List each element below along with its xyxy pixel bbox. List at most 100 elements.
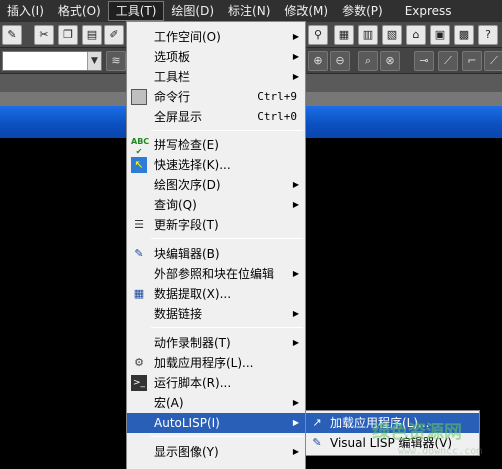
chevron-right-icon: ▶ [292, 338, 299, 347]
zoom-out-icon[interactable]: ⊖ [330, 51, 350, 71]
match-properties-icon[interactable]: ✐ [104, 25, 124, 45]
menu-separator [151, 327, 303, 328]
workspace-combo[interactable]: ▼ [2, 51, 102, 71]
quick-select-icon: ↖ [131, 157, 147, 173]
menu-separator [151, 436, 303, 437]
chevron-right-icon: ▶ [292, 32, 299, 41]
menu-item-label: 数据链接 [154, 307, 203, 321]
menu-item-label: 工具栏 [154, 70, 191, 84]
menu-item-action-recorder[interactable]: 动作录制器(T) ▶ [127, 333, 305, 353]
menu-item-quick-select[interactable]: ↖ 快速选择(K)... [127, 155, 305, 175]
help-icon[interactable]: ? [478, 25, 498, 45]
menu-item-label: 更新字段(T) [154, 218, 219, 232]
menu-item-workspace[interactable]: 工作空间(O) ▶ [127, 27, 305, 47]
construction-line-icon[interactable]: ⟋ [438, 51, 458, 71]
menu-item-update-field[interactable]: ☰ 更新字段(T) [127, 215, 305, 235]
menu-modify[interactable]: 修改(M) [277, 1, 335, 21]
menu-item-data-extraction[interactable]: ▦ 数据提取(X)... [127, 284, 305, 304]
chevron-right-icon: ▶ [292, 418, 299, 427]
zoom-window-icon[interactable]: ⚲ [308, 25, 328, 45]
zoom-realtime-icon[interactable]: ⌕ [358, 51, 378, 71]
menu-item-command-line[interactable]: 命令行 Ctrl+9 [127, 87, 305, 107]
chevron-down-icon[interactable]: ▼ [87, 52, 101, 70]
cut-icon[interactable]: ✂ [34, 25, 54, 45]
chevron-right-icon: ▶ [292, 180, 299, 189]
menu-item-block-editor[interactable]: ✎ 块编辑器(B) [127, 244, 305, 264]
menu-item-spell-check[interactable]: ABC ✔ 拼写检查(E) [127, 135, 305, 156]
menu-item-label: 绘图次序(D) [154, 178, 221, 192]
tools-menu: 工作空间(O) ▶ 选项板 ▶ 工具栏 ▶ 命令行 Ctrl+9 全屏显示 Ct… [126, 21, 306, 469]
menu-tools[interactable]: 工具(T) [107, 1, 165, 21]
menu-dimension[interactable]: 标注(N) [221, 1, 277, 21]
menu-item-run-script[interactable]: >_ 运行脚本(R)... [127, 373, 305, 393]
chevron-right-icon: ▶ [292, 447, 299, 456]
chevron-right-icon: ▶ [292, 52, 299, 61]
menu-item-label: 块编辑器(B) [154, 247, 220, 261]
menu-item-label: 命令行 [154, 90, 191, 104]
menu-item-toolbars[interactable]: 工具栏 ▶ [127, 67, 305, 87]
menu-insert[interactable]: 插入(I) [0, 1, 51, 21]
copy-icon[interactable]: ❐ [58, 25, 78, 45]
menu-item-label: 动作录制器(T) [154, 336, 231, 350]
spell-check-icon: ABC ✔ [131, 137, 150, 156]
menu-item-label: 加载应用程序(L)... [154, 356, 254, 370]
menu-item-autolisp[interactable]: AutoLISP(I) ▶ [127, 413, 305, 433]
menu-item-shortcut: Ctrl+9 [257, 90, 297, 103]
menu-separator [151, 130, 303, 131]
menu-item-shortcut: Ctrl+0 [257, 110, 297, 123]
watermark-url: www.downcc.com [398, 446, 483, 457]
run-script-icon: >_ [131, 375, 147, 391]
design-center-icon[interactable]: ▥ [358, 25, 378, 45]
menu-item-inquiry[interactable]: 查询(Q) ▶ [127, 195, 305, 215]
menu-item-label: 快速选择(K)... [154, 158, 231, 172]
line-icon[interactable]: ⊸ [414, 51, 434, 71]
menubar: 插入(I) 格式(O) 工具(T) 绘图(D) 标注(N) 修改(M) 参数(P… [0, 0, 502, 22]
menu-item-label: 工作空间(O) [154, 30, 221, 44]
polygon-icon[interactable]: ⟋ [484, 51, 502, 71]
update-field-icon: ☰ [134, 218, 144, 231]
menu-item-xref-inplace-edit[interactable]: 外部参照和块在位编辑 ▶ [127, 264, 305, 284]
menu-item-label: 宏(A) [154, 396, 184, 410]
menu-item-label: 选项板 [154, 50, 191, 64]
menu-item-draw-order[interactable]: 绘图次序(D) ▶ [127, 175, 305, 195]
menu-item-macro[interactable]: 宏(A) ▶ [127, 393, 305, 413]
chevron-right-icon: ▶ [292, 309, 299, 318]
menu-item-label: 外部参照和块在位编辑 [154, 267, 275, 281]
load-application-icon: ⚙ [134, 356, 144, 369]
zoom-in-icon[interactable]: ⊕ [308, 51, 328, 71]
sheet-set-icon[interactable]: ⌂ [406, 25, 426, 45]
chevron-right-icon: ▶ [292, 72, 299, 81]
markup-icon[interactable]: ▣ [430, 25, 450, 45]
properties-icon[interactable]: ▦ [334, 25, 354, 45]
menu-item-palettes[interactable]: 选项板 ▶ [127, 47, 305, 67]
load-application-icon: ↗ [312, 416, 322, 429]
menu-item-label: 数据提取(X)... [154, 287, 232, 301]
menu-item-data-links[interactable]: 数据链接 ▶ [127, 304, 305, 324]
block-editor-icon: ✎ [134, 247, 144, 260]
menu-separator [151, 238, 303, 239]
calculator-icon[interactable]: ▩ [454, 25, 474, 45]
menu-draw[interactable]: 绘图(D) [164, 1, 221, 21]
chevron-right-icon: ▶ [292, 398, 299, 407]
menu-item-label: 查询(Q) [154, 198, 197, 212]
chevron-right-icon: ▶ [292, 269, 299, 278]
data-extraction-icon: ▦ [133, 287, 145, 300]
menu-format[interactable]: 格式(O) [51, 1, 108, 21]
menu-item-label: 全屏显示 [154, 110, 203, 124]
menu-item-load-application[interactable]: ⚙ 加载应用程序(L)... [127, 353, 305, 373]
menu-express[interactable]: Express [398, 1, 459, 21]
polyline-icon[interactable]: ⌐ [462, 51, 482, 71]
chevron-right-icon: ▶ [292, 200, 299, 209]
zoom-previous-icon[interactable]: ⊗ [380, 51, 400, 71]
menu-item-fullscreen[interactable]: 全屏显示 Ctrl+0 [127, 107, 305, 127]
tool-palettes-icon[interactable]: ▧ [382, 25, 402, 45]
menu-item-label: 拼写检查(E) [154, 138, 219, 152]
menu-parameters[interactable]: 参数(P) [335, 1, 390, 21]
menu-item-display-image[interactable]: 显示图像(Y) ▶ [127, 442, 305, 462]
edit-icon[interactable]: ✎ [2, 25, 22, 45]
visual-lisp-icon: ✎ [312, 436, 322, 449]
command-line-icon [131, 89, 147, 105]
paste-icon[interactable]: ▤ [82, 25, 102, 45]
menu-item-label: 运行脚本(R)... [154, 376, 232, 390]
layer-icon[interactable]: ≋ [106, 51, 126, 71]
